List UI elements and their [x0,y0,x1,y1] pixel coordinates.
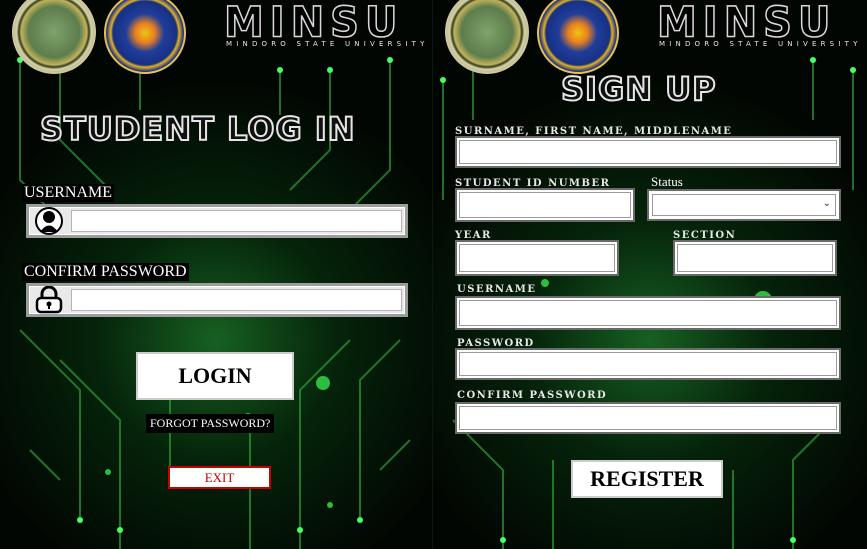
chevron-down-icon: ⌄ [822,198,831,209]
status-label: Status [651,174,683,189]
exit-button[interactable]: EXIT [168,466,271,489]
login-panel: MINSU MINDORO STATE UNIVERSITY STUDENT L… [0,0,432,549]
year-field [455,240,619,276]
user-icon [31,207,67,235]
username-field [26,204,408,238]
fullname-field [455,136,841,168]
confirm-password-input[interactable] [459,406,837,430]
section-input[interactable] [677,244,833,272]
app-window: MINSU MINDORO STATE UNIVERSITY STUDENT L… [0,0,867,549]
password-field [455,348,841,380]
brand-subtitle: MINDORO STATE UNIVERSITY [659,40,862,48]
username-field [455,296,841,330]
login-button[interactable]: LOGIN [136,352,294,400]
password-input[interactable] [459,352,837,376]
signup-panel: MINSU MINDORO STATE UNIVERSITY SIGN UP S… [433,0,867,549]
password-label: CONFIRM PASSWORD [22,263,189,281]
student-id-input[interactable] [459,192,631,218]
page-title: SIGN UP [560,69,717,109]
password-field [26,283,408,317]
username-label: USERNAME [457,284,537,295]
brand-subtitle: MINDORO STATE UNIVERSITY [226,40,429,48]
student-id-field [455,188,635,222]
password-input[interactable] [71,289,402,311]
section-field [673,240,837,276]
page-title: STUDENT LOG IN [39,109,356,149]
fullname-input[interactable] [459,140,837,164]
forgot-password-link[interactable]: FORGOT PASSWORD? [146,414,275,433]
lock-icon [31,286,67,314]
username-label: USERNAME [22,184,115,202]
register-button[interactable]: REGISTER [571,460,723,498]
year-input[interactable] [459,244,615,272]
confirm-password-field [455,402,841,434]
status-select[interactable]: ⌄ [647,189,841,221]
username-input[interactable] [459,300,837,326]
confirm-password-label: CONFIRM PASSWORD [457,390,608,401]
status-selected-value [652,194,836,216]
username-input[interactable] [71,210,402,232]
